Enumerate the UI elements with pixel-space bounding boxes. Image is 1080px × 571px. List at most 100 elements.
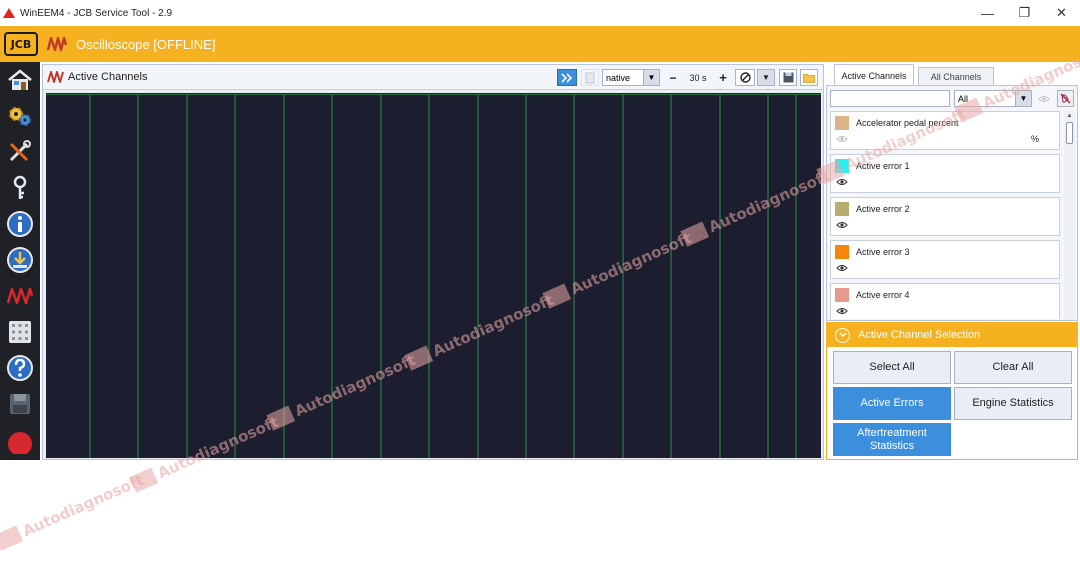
gears-icon: [9, 107, 31, 126]
channel-color-swatch[interactable]: [835, 202, 849, 216]
oscilloscope-plot[interactable]: [46, 93, 821, 458]
engine-statistics-button[interactable]: Engine Statistics: [954, 387, 1072, 420]
fast-forward-button[interactable]: [557, 69, 577, 86]
zoom-in-button[interactable]: +: [714, 69, 732, 86]
category-value: All: [958, 93, 969, 104]
oscilloscope-panel: Active Channels native ▼ − 30 s + ▼: [42, 64, 824, 460]
panel-title: Active Channels: [68, 71, 148, 83]
eye-icon[interactable]: [836, 221, 848, 229]
window-title: WinEEM4 - JCB Service Tool - 2.9: [20, 7, 173, 19]
selection-header[interactable]: Active Channel Selection: [827, 323, 1077, 347]
channel-item-active-error-4[interactable]: Active error 4: [830, 283, 1060, 319]
sidebar: [0, 62, 40, 460]
sidebar-item-power[interactable]: [0, 422, 40, 458]
channel-list: Accelerator pedal percent % Active error…: [830, 111, 1062, 319]
channel-name: Active error 2: [856, 204, 910, 214]
download-icon: [7, 247, 33, 273]
scroll-thumb[interactable]: [1066, 122, 1073, 144]
chevron-down-icon: ▼: [1015, 91, 1031, 106]
options-dropdown-button[interactable]: ▼: [757, 69, 775, 86]
channel-color-swatch[interactable]: [835, 159, 849, 173]
channel-list-panel: All ▼ Accelerator pedal percent % Active…: [826, 85, 1078, 321]
help-icon: [7, 355, 33, 381]
eye-icon[interactable]: [836, 307, 848, 315]
eye-icon[interactable]: [836, 264, 848, 272]
channel-category-select[interactable]: All ▼: [954, 90, 1032, 107]
keypad-icon: [9, 321, 31, 343]
stop-button[interactable]: [735, 69, 755, 86]
app-window: WinEEM4 - JCB Service Tool - 2.9 — ❐ ✕ J…: [0, 0, 1080, 571]
selection-title: Active Channel Selection: [858, 329, 981, 341]
sidebar-item-tools[interactable]: [0, 134, 40, 170]
tab-active-channels[interactable]: Active Channels: [834, 64, 914, 86]
jcb-logo: JCB: [4, 32, 38, 56]
sidebar-item-download[interactable]: [0, 242, 40, 278]
power-icon: [8, 432, 32, 454]
channels-panel: Active Channels All Channels All ▼ Accel…: [826, 64, 1078, 460]
sidebar-item-info[interactable]: [0, 206, 40, 242]
channel-name: Accelerator pedal percent: [856, 118, 959, 128]
chevron-down-icon: ▼: [762, 73, 770, 82]
clear-filter-button[interactable]: [1057, 90, 1074, 107]
active-errors-button[interactable]: Active Errors: [833, 387, 951, 420]
toggle-visibility-button[interactable]: [1036, 91, 1052, 106]
sidebar-item-help[interactable]: [0, 350, 40, 386]
sidebar-item-home[interactable]: [0, 62, 40, 98]
channel-color-swatch[interactable]: [835, 245, 849, 259]
aftertreatment-label-line1: Aftertreatment: [857, 426, 927, 439]
channel-name: Active error 3: [856, 247, 910, 257]
channel-list-scrollbar[interactable]: ▲: [1064, 111, 1075, 319]
channel-item-active-error-3[interactable]: Active error 3: [830, 240, 1060, 279]
fast-forward-icon: [561, 72, 573, 83]
scroll-up-icon[interactable]: ▲: [1064, 111, 1075, 121]
sidebar-item-keypad[interactable]: [0, 314, 40, 350]
minimize-button[interactable]: —: [969, 0, 1006, 26]
channel-item-active-error-2[interactable]: Active error 2: [830, 197, 1060, 236]
select-all-button[interactable]: Select All: [833, 351, 951, 384]
channel-name: Active error 1: [856, 161, 910, 171]
document-icon: [585, 72, 595, 83]
channel-item-active-error-1[interactable]: Active error 1: [830, 154, 1060, 193]
oscilloscope-icon: [47, 71, 64, 83]
active-channel-selection: Active Channel Selection Select All Clea…: [826, 322, 1078, 460]
sidebar-item-save[interactable]: [0, 386, 40, 422]
aftertreatment-label-line2: Statistics: [869, 439, 914, 452]
sidebar-item-key[interactable]: [0, 170, 40, 206]
open-recording-button[interactable]: [800, 69, 818, 86]
close-button[interactable]: ✕: [1043, 0, 1080, 26]
zoom-out-button[interactable]: −: [664, 69, 682, 86]
channel-name: Active error 4: [856, 290, 910, 300]
sample-mode-select[interactable]: native ▼: [602, 69, 660, 86]
save-icon: [783, 72, 793, 83]
clear-filter-icon: [1060, 93, 1071, 104]
tab-all-channels[interactable]: All Channels: [918, 67, 994, 86]
sample-mode-value: native: [606, 72, 631, 83]
app-header: JCB Oscilloscope [OFFLINE]: [0, 26, 1080, 62]
watermark-mark: Autodiagnosoft: [0, 471, 146, 551]
key-icon: [13, 175, 27, 199]
no-entry-icon: [739, 72, 751, 83]
chevron-down-icon: [835, 327, 850, 343]
window-controls: — ❐ ✕: [969, 0, 1080, 26]
channel-color-swatch[interactable]: [835, 116, 849, 130]
chevron-down-icon: ▼: [643, 70, 659, 85]
oscilloscope-toolbar: Active Channels native ▼ − 30 s + ▼: [43, 65, 823, 90]
app-logo-icon: [3, 8, 15, 18]
oscilloscope-icon: [46, 36, 68, 52]
title-bar: WinEEM4 - JCB Service Tool - 2.9 — ❐ ✕: [0, 0, 1080, 26]
sidebar-item-oscilloscope[interactable]: [0, 278, 40, 314]
maximize-button[interactable]: ❐: [1006, 0, 1043, 26]
snapshot-button[interactable]: [581, 69, 599, 86]
clear-all-button[interactable]: Clear All: [954, 351, 1072, 384]
sidebar-item-settings[interactable]: [0, 98, 40, 134]
channel-item-accelerator-pedal-percent[interactable]: Accelerator pedal percent %: [830, 111, 1060, 150]
channel-color-swatch[interactable]: [835, 288, 849, 302]
eye-icon[interactable]: [836, 178, 848, 186]
eye-icon: [1038, 95, 1050, 102]
aftertreatment-statistics-button[interactable]: Aftertreatment Statistics: [833, 423, 951, 456]
watermark-text: Autodiagnosoft: [20, 471, 146, 540]
save-recording-button[interactable]: [779, 69, 797, 86]
eye-icon[interactable]: [836, 135, 848, 143]
info-icon: [7, 211, 33, 237]
channel-search-input[interactable]: [830, 90, 950, 107]
